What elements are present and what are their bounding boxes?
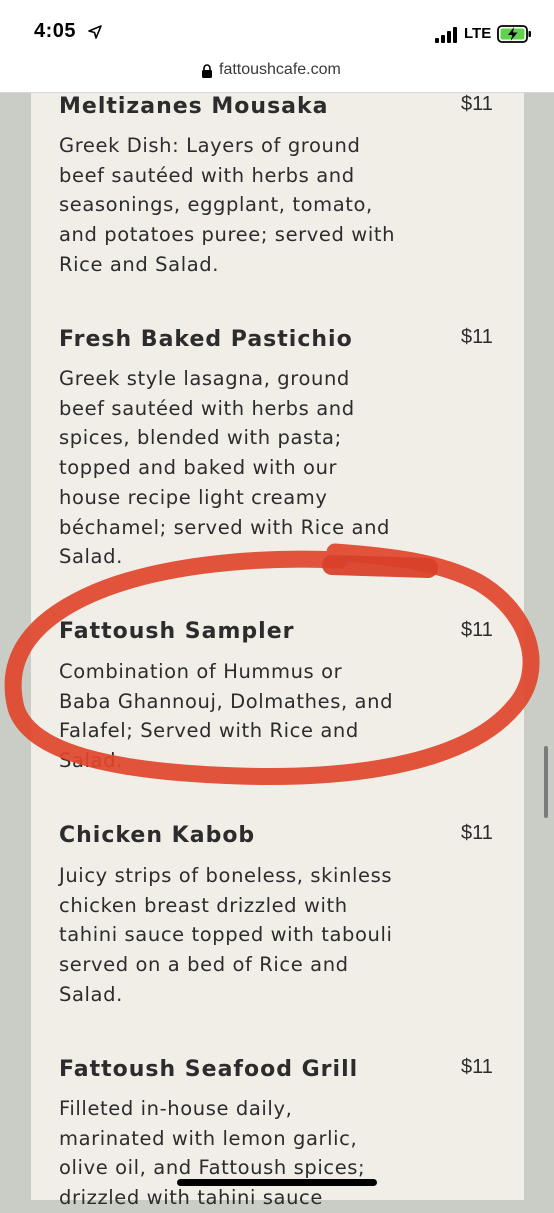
description-line: Greek style lasagna, ground: [59, 367, 350, 390]
battery-charging-icon: [497, 25, 531, 43]
menu-item-price: $11: [461, 326, 493, 348]
description-line: Filleted in-house daily,: [59, 1097, 293, 1120]
description-line: Salad.: [59, 545, 123, 569]
description-line: Falafel; Served with Rice and: [59, 719, 359, 743]
description-line: tahini sauce topped with tabouli: [59, 923, 393, 947]
menu-item-price: $11: [461, 822, 493, 844]
url-bar[interactable]: fattoushcafe.com: [0, 56, 554, 93]
menu-item-description: Filleted in-house daily, marinated with …: [59, 1094, 439, 1213]
scroll-indicator[interactable]: [544, 746, 548, 818]
description-line: seasonings, eggplant, tomato,: [59, 193, 373, 217]
menu-item-price: $11: [461, 1056, 493, 1078]
description-line: Salad.: [59, 749, 123, 773]
description-line: Combination of Hummus or: [59, 660, 343, 683]
url-text[interactable]: fattoushcafe.com: [219, 61, 341, 79]
menu-item-price: $11: [461, 619, 493, 641]
description-line: Greek Dish: Layers of ground: [59, 134, 361, 157]
description-line: chicken breast drizzled with: [59, 893, 348, 917]
description-line: and potatoes puree; served with: [59, 223, 396, 247]
description-line: topped and baked with our: [59, 456, 338, 480]
menu-item-description: Combination of Hummus or Baba Ghannouj, …: [59, 657, 439, 776]
description-line: beef sautéed with herbs and: [59, 396, 355, 420]
menu-item-name: Fattoush Sampler: [59, 619, 295, 644]
location-arrow-icon: [88, 25, 102, 39]
menu-item-price: $11: [461, 93, 493, 115]
signal-icon: [435, 27, 457, 43]
network-type: LTE: [464, 25, 492, 42]
description-line: béchamel; served with Rice and: [59, 515, 391, 539]
description-line: drizzled with tahini sauce: [59, 1186, 323, 1210]
description-line: Rice and Salad.: [59, 252, 220, 276]
description-line: spices, blended with pasta;: [59, 426, 342, 450]
description-line: marinated with lemon garlic,: [59, 1126, 358, 1150]
menu-item-description: Juicy strips of boneless, skinless chick…: [59, 861, 439, 1010]
description-line: Juicy strips of boneless, skinless: [59, 864, 393, 887]
description-line: Salad.: [59, 982, 123, 1006]
description-line: Baba Ghannouj, Dolmathes, and: [59, 689, 394, 713]
home-indicator[interactable]: [177, 1179, 377, 1186]
menu-item-description: Greek style lasagna, ground beef sautéed…: [59, 364, 439, 572]
menu-item-description: Greek Dish: Layers of ground beef sautée…: [59, 131, 439, 280]
menu-item-name: Meltizanes Mousaka: [59, 94, 329, 119]
status-bar: 4:05 LTE: [0, 0, 554, 56]
description-line: beef sautéed with herbs and: [59, 163, 355, 187]
menu-item-name: Chicken Kabob: [59, 823, 256, 848]
description-line: house recipe light creamy: [59, 485, 328, 509]
menu-item-name: Fresh Baked Pastichio: [59, 327, 353, 352]
description-line: served on a bed of Rice and: [59, 953, 349, 977]
menu-item-name: Fattoush Seafood Grill: [59, 1057, 359, 1082]
lock-icon: [202, 64, 212, 78]
status-time: 4:05: [34, 20, 77, 42]
